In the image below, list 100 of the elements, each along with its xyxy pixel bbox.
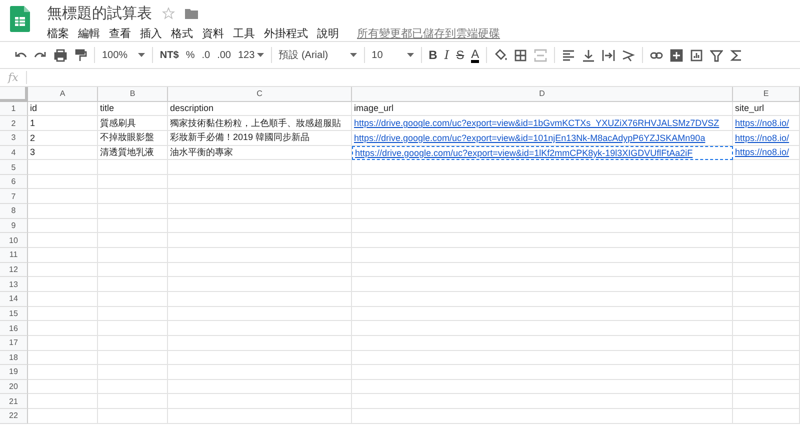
print-icon[interactable] bbox=[54, 48, 67, 62]
italic-button[interactable]: I bbox=[444, 48, 450, 62]
column-header[interactable]: A bbox=[28, 87, 98, 102]
empty-cell[interactable] bbox=[352, 306, 733, 322]
empty-cell[interactable] bbox=[168, 365, 352, 380]
empty-cell[interactable] bbox=[352, 233, 733, 248]
empty-cell[interactable] bbox=[352, 365, 733, 380]
row-header[interactable]: 22 bbox=[0, 409, 28, 424]
empty-cell[interactable] bbox=[98, 160, 168, 175]
empty-cell[interactable] bbox=[352, 336, 733, 351]
row-header[interactable]: 3 bbox=[0, 130, 28, 146]
empty-cell[interactable] bbox=[168, 350, 352, 366]
paint-format-icon[interactable] bbox=[74, 48, 87, 62]
document-title[interactable]: 無標題的試算表 bbox=[47, 4, 152, 23]
empty-cell[interactable] bbox=[98, 394, 168, 410]
column-header[interactable]: E bbox=[733, 87, 800, 102]
cell-link[interactable]: https://no8.io/ bbox=[735, 118, 790, 128]
empty-cell[interactable] bbox=[352, 277, 733, 292]
empty-cell[interactable] bbox=[352, 218, 733, 234]
currency-format-button[interactable]: NT$ bbox=[160, 50, 179, 60]
font-size-dropdown[interactable]: 10 bbox=[372, 50, 414, 60]
empty-cell[interactable] bbox=[168, 218, 352, 234]
decrease-decimals-button[interactable]: .0 bbox=[202, 50, 210, 60]
empty-cell[interactable] bbox=[168, 160, 352, 175]
cell-link[interactable]: https://drive.google.com/uc?export=view&id=1bGvmKCTXs_YXUZiX76RHVJALSMz7DVSZ bbox=[354, 118, 720, 128]
empty-cell[interactable] bbox=[352, 189, 733, 204]
merge-cells-icon[interactable] bbox=[534, 48, 548, 62]
row-header[interactable]: 9 bbox=[0, 218, 28, 234]
caret-icon[interactable] bbox=[138, 52, 145, 58]
align-icon[interactable] bbox=[562, 48, 576, 62]
fill-color-icon[interactable] bbox=[494, 48, 508, 62]
empty-cell[interactable] bbox=[168, 277, 352, 292]
empty-cell[interactable] bbox=[733, 189, 800, 204]
spreadsheet-logo[interactable] bbox=[10, 6, 30, 32]
row-header[interactable]: 1 bbox=[0, 102, 28, 116]
menu-item[interactable]: 檔案 bbox=[47, 25, 69, 42]
empty-cell[interactable] bbox=[98, 277, 168, 292]
empty-cell[interactable] bbox=[168, 262, 352, 278]
row-header[interactable]: 2 bbox=[0, 116, 28, 131]
row-header[interactable]: 20 bbox=[0, 380, 28, 394]
row-header[interactable]: 14 bbox=[0, 292, 28, 307]
menu-item[interactable]: 說明 bbox=[317, 25, 339, 42]
caret-icon[interactable] bbox=[256, 52, 264, 58]
empty-cell[interactable] bbox=[733, 292, 800, 307]
star-icon[interactable] bbox=[162, 7, 175, 20]
empty-cell[interactable] bbox=[733, 262, 800, 278]
empty-cell[interactable] bbox=[352, 321, 733, 336]
zoom-dropdown[interactable]: 100% bbox=[102, 50, 145, 60]
row-header[interactable]: 10 bbox=[0, 233, 28, 248]
empty-cell[interactable] bbox=[98, 218, 168, 234]
empty-cell[interactable] bbox=[352, 409, 733, 424]
empty-cell[interactable] bbox=[98, 204, 168, 219]
empty-cell[interactable] bbox=[733, 380, 800, 394]
column-header[interactable]: B bbox=[98, 87, 168, 102]
empty-cell[interactable] bbox=[98, 306, 168, 322]
menu-item[interactable]: 格式 bbox=[171, 25, 193, 42]
row-header[interactable]: 11 bbox=[0, 248, 28, 263]
empty-cell[interactable] bbox=[168, 248, 352, 263]
caret-icon[interactable] bbox=[350, 52, 357, 58]
vertical-align-icon[interactable] bbox=[582, 48, 596, 62]
text-color-button[interactable]: A bbox=[471, 48, 480, 62]
empty-cell[interactable] bbox=[733, 409, 800, 424]
menu-item[interactable]: 工具 bbox=[233, 25, 255, 42]
row-header[interactable]: 19 bbox=[0, 365, 28, 380]
save-status-link[interactable]: 所有變更都已儲存到雲端硬碟 bbox=[357, 26, 500, 41]
empty-cell[interactable] bbox=[168, 292, 352, 307]
folder-icon[interactable] bbox=[185, 8, 198, 19]
empty-cell[interactable] bbox=[733, 248, 800, 263]
empty-cell[interactable] bbox=[352, 262, 733, 278]
row-header[interactable]: 6 bbox=[0, 174, 28, 190]
number-format-dropdown[interactable]: 123 bbox=[238, 50, 264, 60]
empty-cell[interactable] bbox=[98, 262, 168, 278]
empty-cell[interactable] bbox=[352, 248, 733, 263]
empty-cell[interactable] bbox=[168, 380, 352, 394]
menu-item[interactable]: 資料 bbox=[202, 25, 224, 42]
empty-cell[interactable] bbox=[733, 160, 800, 175]
strikethrough-button[interactable]: S bbox=[456, 48, 464, 62]
filter-icon[interactable] bbox=[710, 48, 724, 62]
empty-cell[interactable] bbox=[352, 174, 733, 190]
caret-icon[interactable] bbox=[406, 52, 414, 58]
menu-item[interactable]: 查看 bbox=[109, 25, 131, 42]
row-header[interactable]: 17 bbox=[0, 336, 28, 351]
empty-cell[interactable] bbox=[168, 321, 352, 336]
percent-format-button[interactable]: % bbox=[186, 50, 195, 60]
cell-link[interactable]: https://no8.io/ bbox=[735, 132, 790, 143]
empty-cell[interactable] bbox=[98, 321, 168, 336]
menu-item[interactable]: 插入 bbox=[140, 25, 162, 42]
empty-cell[interactable] bbox=[168, 409, 352, 424]
empty-cell[interactable] bbox=[98, 292, 168, 307]
row-header[interactable]: 4 bbox=[0, 146, 28, 160]
empty-cell[interactable] bbox=[733, 174, 800, 190]
empty-cell[interactable] bbox=[352, 292, 733, 307]
empty-cell[interactable] bbox=[98, 336, 168, 351]
row-header[interactable]: 8 bbox=[0, 204, 28, 219]
empty-cell[interactable] bbox=[168, 189, 352, 204]
bold-button[interactable]: B bbox=[428, 48, 438, 62]
empty-cell[interactable] bbox=[168, 394, 352, 410]
empty-cell[interactable] bbox=[98, 350, 168, 366]
sum-icon[interactable] bbox=[730, 48, 744, 62]
empty-cell[interactable] bbox=[98, 248, 168, 263]
